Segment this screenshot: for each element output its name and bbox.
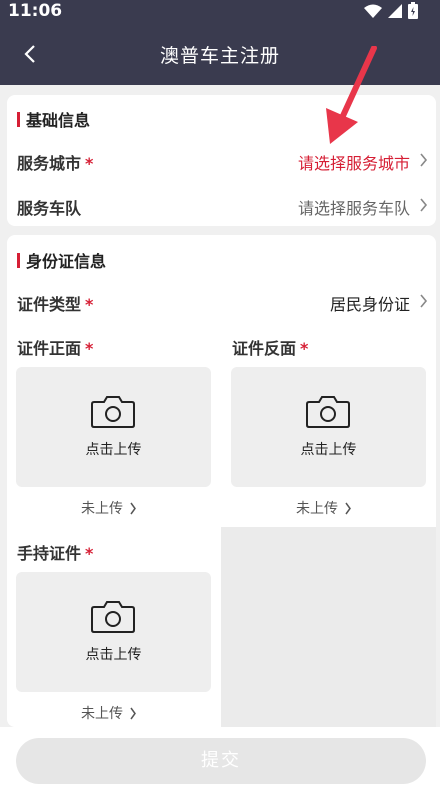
service-city-value: 请选择服务城市	[297, 154, 410, 173]
id-type-label: 证件类型 *	[17, 295, 94, 314]
service-city-row[interactable]: 服务城市 * 请选择服务城市	[7, 145, 436, 175]
chevron-right-icon	[130, 502, 136, 514]
handheld-id-label: 手持证件 *	[17, 544, 94, 563]
id-front-upload[interactable]: 点击上传	[16, 367, 211, 487]
upload-text: 点击上传	[85, 442, 142, 458]
upload-text: 点击上传	[85, 647, 142, 663]
signal-icon	[388, 3, 402, 18]
wifi-icon	[364, 4, 382, 18]
handheld-id-status[interactable]: 未上传	[81, 703, 137, 723]
battery-icon	[408, 2, 418, 19]
section-marker	[17, 252, 20, 268]
id-type-value: 居民身份证	[329, 295, 410, 314]
required-mark: *	[85, 544, 94, 563]
submit-button[interactable]: 提交	[16, 738, 426, 784]
status-text: 未上传	[296, 501, 338, 517]
required-mark: *	[85, 295, 94, 314]
required-mark: *	[85, 154, 94, 173]
status-icons	[364, 2, 418, 19]
chevron-right-icon	[420, 198, 428, 212]
camera-icon	[306, 396, 350, 428]
id-back-label: 证件反面 *	[232, 339, 309, 358]
id-front-label: 证件正面 *	[17, 339, 94, 358]
basic-info-title: 基础信息	[17, 107, 90, 131]
handheld-id-upload[interactable]: 点击上传	[16, 572, 211, 692]
status-time: 11:06	[8, 1, 63, 21]
pointer-arrow-icon	[326, 46, 377, 144]
id-front-status[interactable]: 未上传	[81, 498, 137, 518]
required-mark: *	[300, 339, 309, 358]
service-city-label: 服务城市 *	[17, 154, 94, 173]
status-text: 未上传	[81, 501, 123, 517]
id-back-upload[interactable]: 点击上传	[231, 367, 426, 487]
chevron-right-icon	[420, 294, 428, 308]
status-text: 未上传	[81, 706, 123, 722]
camera-icon	[91, 396, 135, 428]
required-mark: *	[85, 339, 94, 358]
chevron-right-icon	[345, 502, 351, 514]
id-back-status[interactable]: 未上传	[296, 498, 352, 518]
chevron-right-icon	[420, 153, 428, 167]
bottom-bar: 提交	[0, 727, 440, 789]
id-info-title-text: 身份证信息	[26, 252, 107, 271]
camera-icon	[91, 601, 135, 633]
service-fleet-value: 请选择服务车队	[297, 199, 410, 218]
id-type-row[interactable]: 证件类型 * 居民身份证	[7, 286, 436, 316]
basic-info-title-text: 基础信息	[26, 111, 91, 130]
id-info-title: 身份证信息	[17, 248, 106, 272]
chevron-right-icon	[130, 707, 136, 719]
empty-area	[221, 527, 436, 727]
upload-text: 点击上传	[300, 442, 357, 458]
service-fleet-row[interactable]: 服务车队 请选择服务车队	[7, 190, 436, 220]
service-fleet-label: 服务车队	[17, 199, 82, 218]
section-marker	[17, 111, 20, 127]
